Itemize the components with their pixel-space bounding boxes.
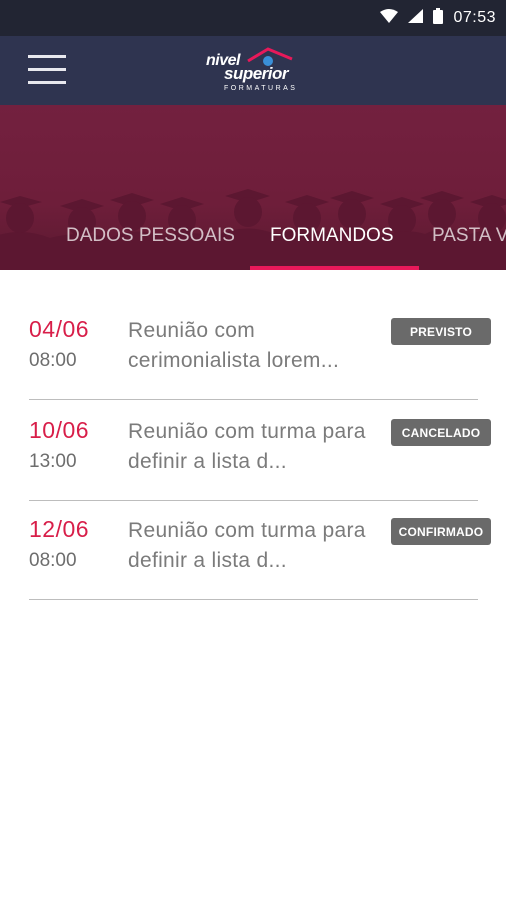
event-title: Reunião com cerimonialista lorem... xyxy=(128,319,340,372)
active-tab-indicator xyxy=(250,266,419,270)
event-time: 08:00 xyxy=(29,350,77,371)
logo-word-2: superior xyxy=(224,64,289,83)
event-time: 08:00 xyxy=(29,550,77,571)
status-bar: 07:53 xyxy=(0,0,506,36)
battery-icon xyxy=(433,7,444,29)
app-bar: nivel superior FORMATURAS xyxy=(0,36,506,105)
tab-bar: DADOS PESSOAIS FORMANDOS PASTA V xyxy=(0,217,506,270)
list-item[interactable]: 10/06 13:00 Reunião com turma para defin… xyxy=(0,401,506,501)
status-badge: CONFIRMADO xyxy=(391,518,491,545)
app-logo: nivel superior FORMATURAS xyxy=(204,44,304,98)
list-item[interactable]: 12/06 08:00 Reunião com turma para defin… xyxy=(0,500,506,600)
tab-formandos[interactable]: FORMANDOS xyxy=(270,225,394,247)
divider xyxy=(29,399,478,400)
wifi-icon xyxy=(380,8,399,28)
status-badge: PREVISTO xyxy=(391,318,491,345)
status-icons: 07:53 xyxy=(380,0,496,36)
logo-subtitle: FORMATURAS xyxy=(224,85,298,92)
status-badge: CANCELADO xyxy=(391,419,491,446)
list-item[interactable]: 04/06 08:00 Reunião com cerimonialista l… xyxy=(0,300,506,400)
hamburger-menu-icon[interactable] xyxy=(28,53,66,87)
tab-pasta[interactable]: PASTA V xyxy=(432,225,506,247)
event-date: 12/06 xyxy=(29,516,90,542)
divider xyxy=(29,599,478,600)
event-date: 04/06 xyxy=(29,316,90,342)
hero-banner: DADOS PESSOAIS FORMANDOS PASTA V xyxy=(0,105,506,270)
event-title: Reunião com turma para definir a lista d… xyxy=(128,519,366,572)
event-title: Reunião com turma para definir a lista d… xyxy=(128,420,366,473)
tab-dados-pessoais[interactable]: DADOS PESSOAIS xyxy=(66,225,235,247)
signal-icon xyxy=(408,8,424,28)
event-date: 10/06 xyxy=(29,417,90,443)
event-time: 13:00 xyxy=(29,451,77,472)
status-time: 07:53 xyxy=(453,9,496,26)
